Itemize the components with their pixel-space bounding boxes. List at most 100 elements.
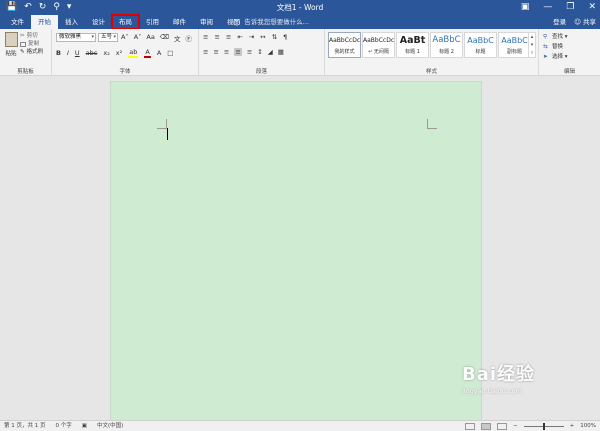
search-icon: ⚲ — [543, 34, 548, 40]
web-layout-icon[interactable] — [497, 422, 508, 430]
minimize-icon[interactable]: — — [543, 1, 552, 13]
superscript-icon[interactable]: x² — [116, 49, 122, 57]
tab-layout[interactable]: 布局 — [111, 14, 140, 30]
multilevel-list-icon[interactable]: ≡ — [226, 33, 231, 41]
strikethrough-icon[interactable]: abc — [86, 49, 98, 57]
enclose-char-icon[interactable]: Ⓕ — [186, 33, 193, 43]
style-item[interactable]: AaBbCcDc ↵ 无间隔 — [362, 32, 395, 58]
paste-button[interactable]: 粘贴 — [4, 32, 18, 57]
clear-format-icon[interactable]: ⌫ — [160, 33, 169, 43]
italic-icon[interactable]: I — [67, 49, 69, 57]
style-preview: AaBbC — [501, 36, 528, 45]
shrink-font-icon[interactable]: A˅ — [134, 33, 142, 43]
style-item[interactable]: AaBt 标题 1 — [396, 32, 429, 58]
decrease-indent-icon[interactable]: ⇤ — [237, 33, 242, 41]
shading-icon[interactable]: ◢ — [268, 48, 273, 56]
login-link[interactable]: 登录 — [553, 15, 566, 29]
align-center-icon[interactable]: ≡ — [213, 48, 218, 56]
pilcrow-icon[interactable]: ¶ — [283, 33, 287, 41]
ribbon: 粘贴 ✂ 剪切 复制 ✎ 格式刷 剪贴板 微软雅黑 ▾ 五号 ▾ A˄ A˅ Aa ⌫ … — [0, 29, 600, 76]
find-button[interactable]: ⚲ 查找 ▾ — [543, 32, 568, 42]
select-button[interactable]: ➤ 选择 ▾ — [543, 52, 568, 62]
account-area: 登录 ☺ 共享 — [553, 15, 596, 29]
font-size-select[interactable]: 五号 ▾ — [98, 33, 118, 42]
change-case-icon[interactable]: Aa — [146, 33, 154, 43]
chevron-down-icon: ▾ — [113, 34, 116, 40]
close-icon[interactable]: ✕ — [588, 1, 596, 13]
font-size-value: 五号 — [101, 34, 113, 40]
sort-icon[interactable]: ⇅ — [272, 33, 277, 41]
status-right: − + 100% — [465, 422, 596, 430]
phonetic-guide-icon[interactable]: 文 — [174, 33, 181, 43]
chevron-up-icon[interactable]: ▴ — [529, 33, 535, 41]
style-preview: AaBbC — [467, 36, 494, 45]
tell-me-box[interactable]: ◯ 告诉我您想要做什么... — [233, 15, 309, 29]
borders-icon[interactable]: ▦ — [278, 48, 284, 56]
chinese-layout-icon[interactable]: ↔ — [260, 33, 265, 41]
zoom-thumb[interactable] — [542, 422, 545, 430]
tab-file[interactable]: 文件 — [4, 15, 31, 29]
paragraph-tools-row2: ≡ ≡ ≡ ≡ ≡ ↕ ◢ ▦ — [203, 48, 284, 56]
tab-insert[interactable]: 插入 — [58, 15, 85, 29]
font-group: 微软雅黑 ▾ 五号 ▾ A˄ A˅ Aa ⌫ 文 Ⓕ B I U abc x₂ x²… — [52, 29, 199, 76]
zoom-level[interactable]: 100% — [580, 422, 596, 430]
copy-button[interactable]: 复制 — [20, 40, 43, 48]
increase-indent-icon[interactable]: ⇥ — [249, 33, 254, 41]
zoom-out-icon[interactable]: − — [513, 422, 518, 430]
tab-design[interactable]: 设计 — [85, 15, 112, 29]
crop-mark-top-right — [427, 119, 437, 129]
lightbulb-icon: ◯ — [233, 18, 241, 26]
replace-icon: ⇆ — [543, 44, 548, 50]
word-count[interactable]: 0 个字 — [56, 422, 72, 430]
subscript-icon[interactable]: x₂ — [103, 49, 109, 57]
restore-icon[interactable]: ▣ — [521, 1, 530, 13]
print-layout-icon[interactable] — [481, 422, 492, 430]
char-shading-icon[interactable]: A — [157, 49, 161, 57]
title-bar: 💾 ↶ ↻ ⚲ ▾ 文档1 - Word ▣ — ❐ ✕ — [0, 0, 600, 15]
maximize-icon[interactable]: ❐ — [566, 1, 574, 13]
bold-icon[interactable]: B — [56, 49, 61, 57]
read-mode-icon[interactable] — [465, 422, 476, 430]
tab-home[interactable]: 开始 — [31, 15, 58, 29]
align-right-icon[interactable]: ≡ — [224, 48, 229, 56]
more-icon[interactable]: ▿ — [529, 49, 535, 57]
style-name: ↵ 无间隔 — [368, 49, 389, 55]
tab-mailings[interactable]: 邮件 — [166, 15, 193, 29]
font-color-icon[interactable]: A — [144, 48, 151, 58]
numbering-icon[interactable]: ≡ — [214, 33, 219, 41]
status-left: 第 1 页，共 1 页 0 个字 ▣ 中文(中国) — [4, 422, 123, 430]
document-page[interactable] — [110, 81, 482, 423]
justify-icon[interactable]: ≡ — [234, 48, 242, 56]
zoom-in-icon[interactable]: + — [570, 422, 575, 430]
format-painter-button[interactable]: ✎ 格式刷 — [20, 48, 43, 56]
grow-font-icon[interactable]: A˄ — [121, 33, 129, 43]
align-left-icon[interactable]: ≡ — [203, 48, 208, 56]
share-button[interactable]: ☺ 共享 — [574, 15, 596, 29]
style-item[interactable]: AaBbC 标题 2 — [430, 32, 463, 58]
bullets-icon[interactable]: ≡ — [203, 33, 208, 41]
proofing-icon[interactable]: ▣ — [82, 422, 87, 430]
line-spacing-icon[interactable]: ↕ — [257, 48, 262, 56]
font-group-label: 字体 — [119, 69, 131, 75]
style-item[interactable]: AaBbC 副标题 — [498, 32, 531, 58]
language[interactable]: 中文(中国) — [97, 422, 123, 430]
tab-references[interactable]: 引用 — [139, 15, 166, 29]
char-border-icon[interactable]: □ — [167, 49, 173, 57]
tab-review[interactable]: 审阅 — [193, 15, 220, 29]
style-item[interactable]: AaBbC 标题 — [464, 32, 497, 58]
editing-tools: ⚲ 查找 ▾ ⇆ 替换 ➤ 选择 ▾ — [543, 32, 568, 62]
highlight-icon[interactable]: ab — [128, 48, 139, 58]
scissors-icon: ✂ — [20, 33, 25, 39]
zoom-slider[interactable] — [523, 422, 564, 430]
replace-button[interactable]: ⇆ 替换 — [543, 42, 568, 52]
vertical-scrollbar[interactable] — [592, 76, 600, 420]
font-name-select[interactable]: 微软雅黑 ▾ — [56, 33, 96, 42]
cut-button[interactable]: ✂ 剪切 — [20, 32, 43, 40]
style-gallery-scroll[interactable]: ▴ ▾ ▿ — [528, 32, 536, 58]
distributed-icon[interactable]: ≡ — [247, 48, 252, 56]
underline-icon[interactable]: U — [75, 49, 80, 57]
style-item[interactable]: AaBbCcDc 我的样式 — [328, 32, 361, 58]
style-name: 副标题 — [506, 49, 522, 55]
chevron-down-icon[interactable]: ▾ — [529, 41, 535, 49]
page-count[interactable]: 第 1 页，共 1 页 — [4, 422, 46, 430]
